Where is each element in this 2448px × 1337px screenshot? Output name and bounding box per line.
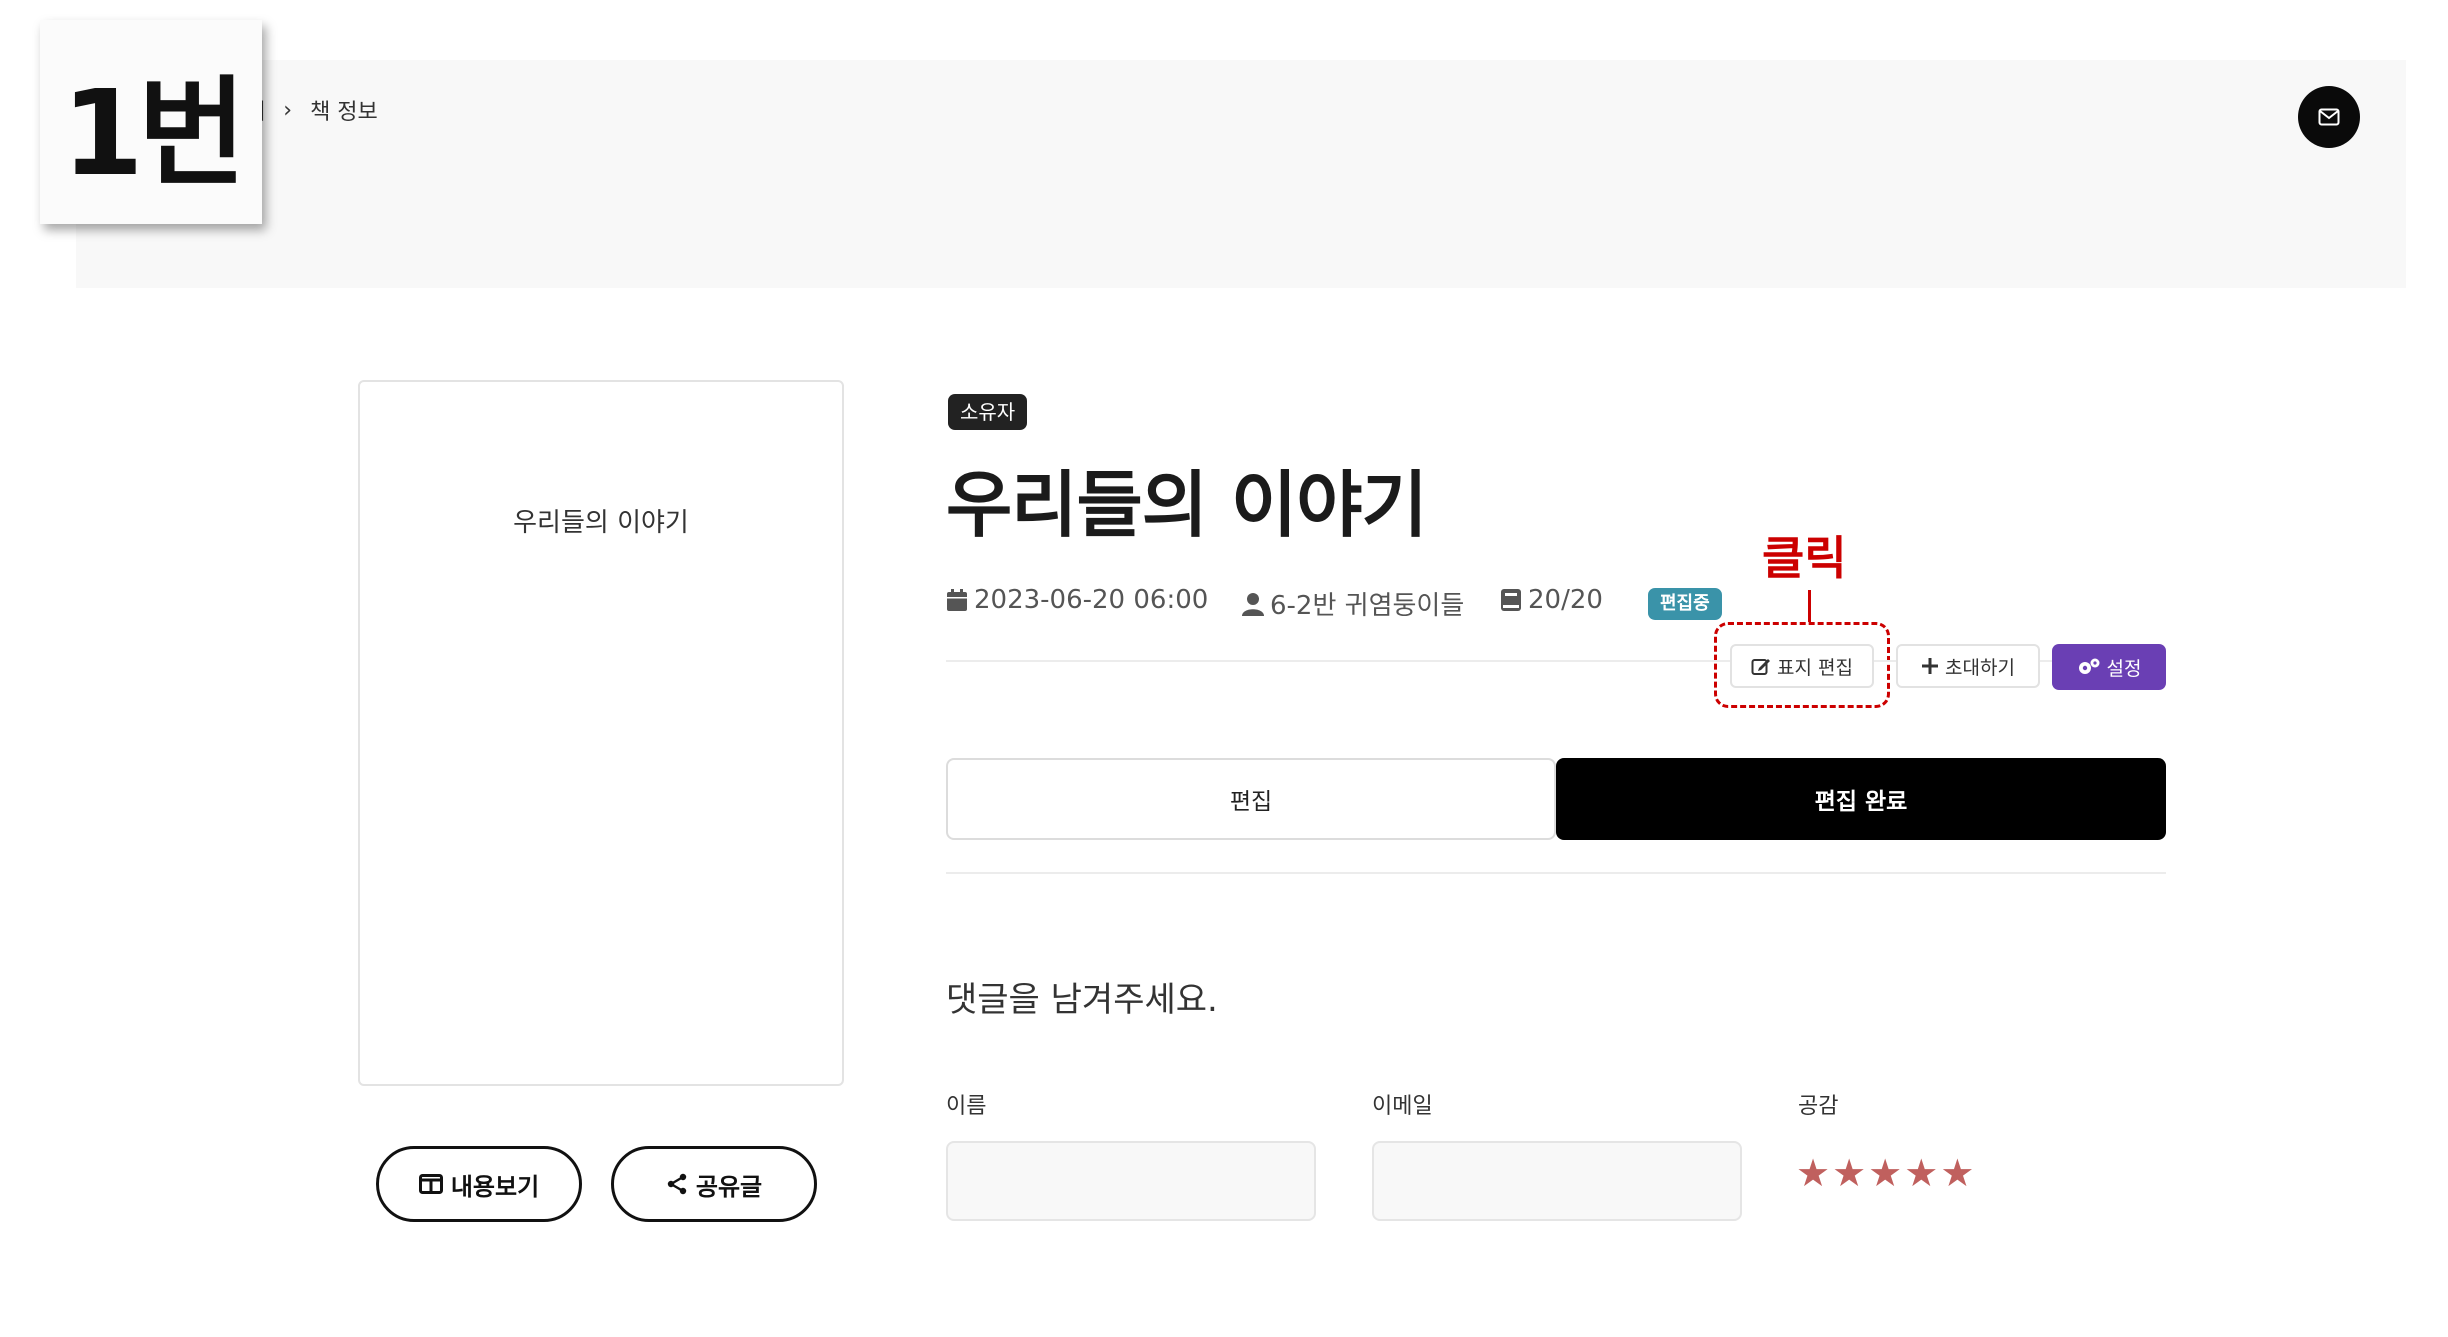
- click-annotation-label: 클릭: [1762, 531, 1847, 585]
- breadcrumb-current: 책 정보: [310, 100, 378, 125]
- star-icon[interactable]: ★: [1868, 1154, 1902, 1192]
- empathy-label: 공감: [1798, 1094, 1839, 1119]
- gears-icon: [2077, 657, 2101, 677]
- empathy-rating[interactable]: ★ ★ ★ ★ ★: [1796, 1154, 1974, 1192]
- book-date: 2023-06-20 06:00: [946, 585, 1208, 615]
- settings-label: 설정: [2106, 657, 2142, 680]
- book-title: 우리들의 이야기: [946, 463, 1428, 547]
- book-author: 6-2반 귀염둥이들: [1242, 585, 1464, 622]
- invite-label: 초대하기: [1945, 656, 2015, 679]
- edit-cover-button[interactable]: 표지 편집: [1730, 644, 1874, 688]
- status-badge: 편집중: [1648, 588, 1722, 620]
- edit-cover-label: 표지 편집: [1777, 656, 1853, 679]
- columns-icon: [418, 1174, 443, 1194]
- breadcrumb-separator-icon: ›: [283, 97, 293, 123]
- tab-edit-done[interactable]: 편집 완료: [1556, 758, 2166, 840]
- user-icon: [1242, 592, 1264, 616]
- breadcrumb: 재 › 책 정보: [245, 94, 378, 126]
- book-cover: 우리들의 이야기: [358, 380, 844, 1086]
- invite-button[interactable]: 초대하기: [1896, 644, 2040, 688]
- book-pages: 20/20: [1500, 585, 1603, 615]
- book-pages-text: 20/20: [1528, 585, 1603, 615]
- email-label: 이메일: [1372, 1094, 1433, 1119]
- plus-icon: [1921, 657, 1939, 675]
- star-icon[interactable]: ★: [1796, 1154, 1830, 1192]
- view-content-label: 내용보기: [450, 1172, 540, 1201]
- email-input[interactable]: [1372, 1141, 1742, 1221]
- name-label: 이름: [946, 1094, 987, 1119]
- share-icon: [666, 1173, 688, 1195]
- edit-icon: [1751, 656, 1771, 676]
- share-post-button[interactable]: 공유글: [611, 1146, 817, 1222]
- mail-button[interactable]: [2298, 86, 2360, 148]
- book-date-text: 2023-06-20 06:00: [974, 585, 1209, 615]
- view-content-button[interactable]: 내용보기: [376, 1146, 582, 1222]
- owner-badge: 소유자: [948, 394, 1028, 430]
- share-post-label: 공유글: [695, 1172, 763, 1201]
- star-icon[interactable]: ★: [1940, 1154, 1974, 1192]
- cover-title: 우리들의 이야기: [513, 508, 689, 538]
- page-header: [76, 60, 2406, 288]
- star-icon[interactable]: ★: [1832, 1154, 1866, 1192]
- settings-button[interactable]: 설정: [2052, 644, 2166, 690]
- calendar-icon: [946, 588, 968, 612]
- tabs-divider: [946, 872, 2166, 874]
- comment-heading: 댓글을 남겨주세요.: [946, 980, 1218, 1020]
- step-number-badge: 1번: [40, 20, 262, 224]
- name-input[interactable]: [946, 1141, 1316, 1221]
- mail-icon: [2318, 108, 2340, 126]
- book-author-text: 6-2반 귀염둥이들: [1270, 591, 1465, 621]
- tab-edit[interactable]: 편집: [946, 758, 1556, 840]
- star-icon[interactable]: ★: [1904, 1154, 1938, 1192]
- click-annotation-pointer: [1808, 590, 1811, 622]
- book-icon: [1500, 588, 1522, 612]
